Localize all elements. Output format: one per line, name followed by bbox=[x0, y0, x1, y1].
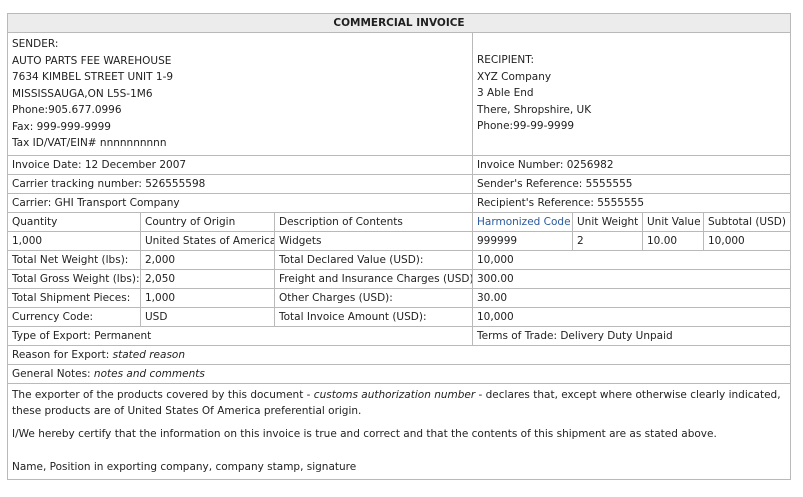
item-description: Widgets bbox=[274, 230, 473, 251]
item-harmonized-code: 999999 bbox=[472, 230, 573, 251]
total-shipment-pieces-label: Total Shipment Pieces: bbox=[7, 287, 141, 308]
declaration-text: The exporter of the products covered by … bbox=[12, 388, 314, 401]
declaration-block: The exporter of the products covered by … bbox=[6, 382, 792, 480]
terms-of-trade: Terms of Trade: Delivery Duty Unpaid bbox=[471, 325, 792, 346]
general-notes: General Notes: notes and comments bbox=[6, 363, 792, 384]
invoice-title: COMMERCIAL INVOICE bbox=[6, 13, 792, 33]
recipient-line: RECIPIENT: bbox=[477, 54, 535, 66]
reason-value: stated reason bbox=[112, 348, 186, 361]
total-declared-value-value: 10,000 bbox=[471, 249, 792, 270]
certification-statement: I/We hereby certify that the information… bbox=[12, 427, 717, 440]
recipient-line: There, Shropshire, UK bbox=[477, 103, 592, 116]
reason-for-export: Reason for Export: stated reason bbox=[6, 344, 792, 365]
header-subtotal: Subtotal (USD) bbox=[702, 211, 792, 232]
recipient-block: RECIPIENT: XYZ Company 3 Able End There,… bbox=[471, 32, 792, 156]
invoice-number: Invoice Number: 0256982 bbox=[471, 154, 792, 175]
sender-line: MISSISSAUGA,ON L5S-1M6 bbox=[12, 87, 153, 100]
item-quantity: 1,000 bbox=[7, 230, 141, 251]
freight-insurance-label: Freight and Insurance Charges (USD): bbox=[274, 268, 473, 289]
freight-insurance-value: 300.00 bbox=[471, 268, 792, 289]
total-invoice-amount-value: 10,000 bbox=[471, 306, 792, 327]
recipient-line: XYZ Company bbox=[477, 70, 552, 83]
carrier: Carrier: GHI Transport Company bbox=[7, 192, 473, 213]
total-gross-weight-value: 2,050 bbox=[140, 268, 275, 289]
currency-code-label: Currency Code: bbox=[7, 306, 141, 327]
sender-line: Phone:905.677.0996 bbox=[12, 104, 122, 116]
total-gross-weight-label: Total Gross Weight (lbs): bbox=[7, 268, 141, 289]
notes-label: General Notes: bbox=[12, 367, 94, 380]
header-description: Description of Contents bbox=[274, 211, 473, 232]
recipient-reference: Recipient's Reference: 5555555 bbox=[471, 192, 792, 213]
exporter-declaration: The exporter of the products covered by … bbox=[12, 387, 786, 420]
commercial-invoice-table: COMMERCIAL INVOICE SENDER: AUTO PARTS FE… bbox=[6, 13, 792, 480]
signature-line: Name, Position in exporting company, com… bbox=[12, 461, 357, 473]
sender-line: 7634 KIMBEL STREET UNIT 1-9 bbox=[12, 71, 174, 83]
sender-line: Tax ID/VAT/EIN# nnnnnnnnnn bbox=[12, 137, 167, 149]
header-quantity: Quantity bbox=[7, 211, 141, 232]
other-charges-value: 30.00 bbox=[471, 287, 792, 308]
total-shipment-pieces-value: 1,000 bbox=[140, 287, 275, 308]
sender-reference: Sender's Reference: 5555555 bbox=[471, 173, 792, 194]
notes-value: notes and comments bbox=[93, 367, 205, 380]
sender-line: Fax: 999-999-9999 bbox=[12, 120, 111, 133]
sender-line: SENDER: bbox=[12, 38, 59, 50]
header-country-of-origin: Country of Origin bbox=[140, 211, 275, 232]
sender-block: SENDER: AUTO PARTS FEE WAREHOUSE 7634 KI… bbox=[7, 32, 473, 156]
other-charges-label: Other Charges (USD): bbox=[274, 287, 473, 308]
sender-line: AUTO PARTS FEE WAREHOUSE bbox=[12, 54, 172, 67]
total-net-weight-label: Total Net Weight (lbs): bbox=[7, 249, 141, 270]
item-unit-weight: 2 bbox=[572, 230, 643, 251]
header-unit-weight: Unit Weight bbox=[572, 211, 643, 232]
item-subtotal: 10,000 bbox=[702, 230, 792, 251]
reason-label: Reason for Export: bbox=[12, 348, 113, 361]
type-of-export: Type of Export: Permanent bbox=[7, 325, 473, 346]
total-invoice-amount-label: Total Invoice Amount (USD): bbox=[274, 306, 473, 327]
recipient-line: Phone:99-99-9999 bbox=[477, 120, 575, 132]
invoice-date: Invoice Date: 12 December 2007 bbox=[7, 154, 473, 175]
recipient-line: 3 Able End bbox=[477, 87, 534, 99]
carrier-tracking-number: Carrier tracking number: 526555598 bbox=[7, 173, 473, 194]
customs-authorization-number: customs authorization number bbox=[313, 388, 476, 401]
item-unit-value: 10.00 bbox=[642, 230, 704, 251]
currency-code-value: USD bbox=[140, 306, 275, 327]
header-harmonized-code-link[interactable]: Harmonized Code bbox=[472, 211, 573, 232]
header-unit-value: Unit Value bbox=[642, 211, 704, 232]
item-country-of-origin: United States of America bbox=[140, 230, 275, 251]
total-net-weight-value: 2,000 bbox=[140, 249, 275, 270]
total-declared-value-label: Total Declared Value (USD): bbox=[274, 249, 473, 270]
